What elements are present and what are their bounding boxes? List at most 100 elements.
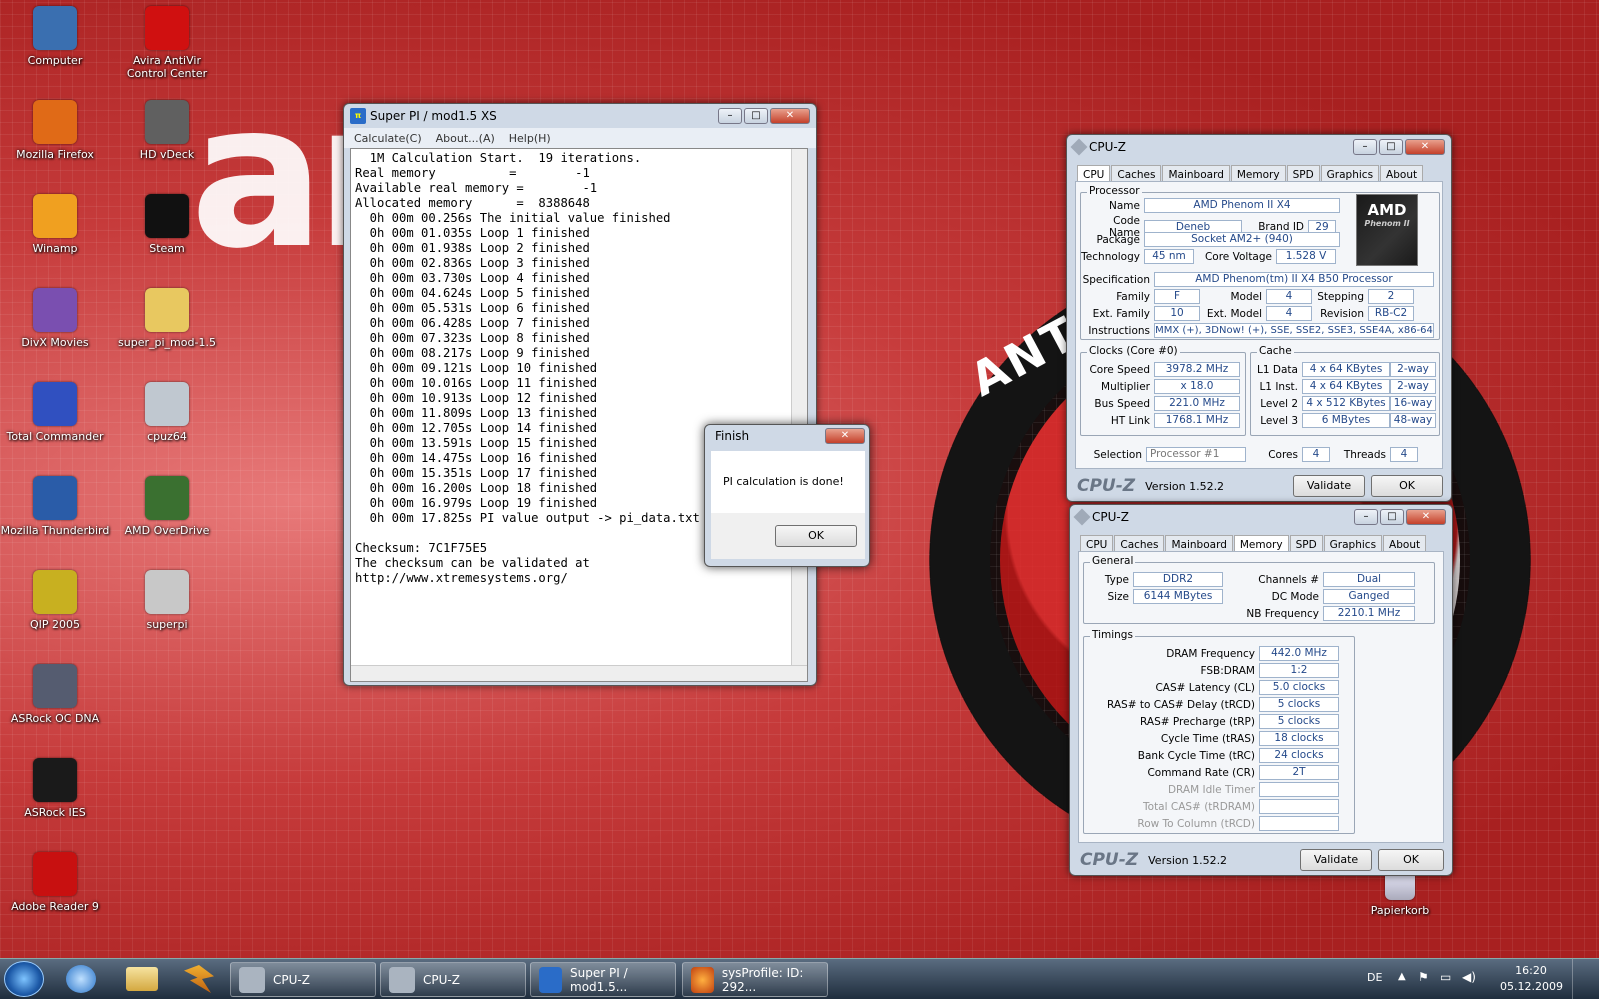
finish-close-button[interactable]: ✕ [825, 428, 865, 444]
type-value: DDR2 [1133, 572, 1223, 587]
finish-ok-button[interactable]: OK [775, 525, 857, 547]
thunderbird-icon [33, 476, 77, 520]
extmodel-label: Ext. Model [1206, 307, 1262, 320]
cpuz1-titlebar[interactable]: CPU-Z – □ ✕ [1067, 135, 1451, 159]
desktop-shortcut-adobe-reader[interactable]: Adobe Reader 9 [0, 852, 110, 913]
finish-titlebar[interactable]: Finish ✕ [705, 425, 869, 447]
cpuz2-titlebar[interactable]: CPU-Z – □ ✕ [1070, 505, 1452, 529]
minimize-button[interactable]: – [718, 108, 742, 124]
corespeed-value: 3978.2 MHz [1154, 362, 1240, 377]
taskbar-item-cpuz-2[interactable]: CPU-Z [380, 962, 526, 997]
cpuz-app-icon [1073, 508, 1091, 526]
explorer-folder-icon[interactable] [126, 967, 158, 991]
start-button[interactable] [4, 961, 44, 997]
show-hidden-icons-chevron-icon[interactable]: ▲ [1398, 971, 1406, 982]
revision-label: Revision [1320, 307, 1364, 320]
desktop-shortcut-asrock-ies[interactable]: ASRock IES [0, 758, 110, 819]
desktop-shortcut-thunderbird[interactable]: Mozilla Thunderbird [0, 476, 110, 537]
desktop-shortcut-label: ASRock OC DNA [10, 712, 100, 725]
maximize-button[interactable]: □ [1379, 139, 1403, 155]
language-indicator[interactable]: DE [1367, 971, 1382, 984]
l3-label: Level 3 [1260, 414, 1298, 427]
timing-row: RAS# Precharge (tRP) 5 clocks [1083, 714, 1339, 729]
instructions-value: MMX (+), 3DNow! (+), SSE, SSE2, SSE3, SS… [1154, 323, 1434, 338]
maximize-button[interactable]: □ [1380, 509, 1404, 525]
dcmode-value: Ganged [1323, 589, 1415, 604]
menu-calculate[interactable]: Calculate(C) [354, 132, 422, 145]
superpi-titlebar[interactable]: π Super PI / mod1.5 XS – □ ✕ [344, 104, 816, 128]
volume-icon[interactable]: ◀) [1462, 970, 1476, 984]
close-button[interactable]: ✕ [1406, 509, 1446, 525]
vertical-scrollbar[interactable] [791, 149, 807, 669]
winamp-icon [33, 194, 77, 238]
desktop-shortcut-label: Avira AntiVir Control Center [126, 54, 208, 80]
flag-icon[interactable]: ⚑ [1418, 970, 1429, 984]
superpi-app-icon: π [350, 108, 366, 124]
superpi-icon [145, 570, 189, 614]
ok-button[interactable]: OK [1378, 849, 1444, 871]
desktop-shortcut-floppy[interactable]: Total Commander [0, 382, 110, 443]
desktop-shortcut-label: Total Commander [6, 430, 104, 443]
processor-select[interactable]: Processor #1 [1146, 447, 1246, 462]
l1inst-label: L1 Inst. [1259, 380, 1298, 393]
desktop-shortcut-cpuz[interactable]: cpuz64 [112, 382, 222, 443]
taskbar-item-superpi[interactable]: Super PI / mod1.5... [530, 962, 676, 997]
desktop-shortcut-asrock-ocdna[interactable]: ASRock OC DNA [0, 664, 110, 725]
cpuz1-panel: Processor Name AMD Phenom II X4 Code Name… [1075, 181, 1443, 469]
multiplier-label: Multiplier [1101, 380, 1150, 393]
superpi-output-console[interactable]: 1M Calculation Start. 19 iterations. Rea… [350, 148, 808, 682]
nbfreq-label: NB Frequency [1246, 607, 1319, 620]
ok-button[interactable]: OK [1371, 475, 1443, 497]
timing-value: 5 clocks [1259, 697, 1339, 712]
show-desktop-button[interactable] [1572, 959, 1599, 999]
timing-row: Bank Cycle Time (tRC) 24 clocks [1083, 748, 1339, 763]
clock-time: 16:20 [1515, 964, 1547, 977]
steam-icon [145, 194, 189, 238]
desktop-shortcut-label: Winamp [32, 242, 78, 255]
channels-label: Channels # [1258, 573, 1319, 586]
timing-label: Cycle Time (tRAS) [1160, 732, 1255, 745]
desktop-shortcut-label: HD vDeck [139, 148, 195, 161]
desktop-shortcut-hdvdeck[interactable]: HD vDeck [112, 100, 222, 161]
l2-label: Level 2 [1260, 397, 1298, 410]
close-button[interactable]: ✕ [770, 108, 810, 124]
menu-about[interactable]: About...(A) [436, 132, 495, 145]
timing-value [1259, 816, 1339, 831]
validate-button[interactable]: Validate [1300, 849, 1372, 871]
desktop-shortcut-firefox[interactable]: Mozilla Firefox [0, 100, 110, 161]
desktop-shortcut-steam[interactable]: Steam [112, 194, 222, 255]
network-icon[interactable]: ▭ [1440, 970, 1451, 984]
cpuz1-footer: CPU-Z Version 1.52.2 Validate OK [1067, 471, 1451, 501]
minimize-button[interactable]: – [1354, 509, 1378, 525]
recycle-bin[interactable]: Papierkorb [1345, 870, 1455, 917]
corespeed-label: Core Speed [1089, 363, 1150, 376]
clock[interactable]: 16:20 05.12.2009 [1500, 963, 1563, 995]
validate-button[interactable]: Validate [1293, 475, 1365, 497]
desktop-shortcut-qip[interactable]: QIP 2005 [0, 570, 110, 631]
cpuz-cpu-window: CPU-Z – □ ✕ CPU Caches Mainboard Memory SPD G… [1066, 134, 1452, 502]
nbfreq-value: 2210.1 MHz [1323, 606, 1415, 621]
desktop-shortcut-winamp[interactable]: Winamp [0, 194, 110, 255]
computer-icon [33, 6, 77, 50]
winamp-quicklaunch-icon[interactable] [184, 965, 214, 993]
htlink-label: HT Link [1110, 414, 1150, 427]
horizontal-scrollbar[interactable] [351, 665, 807, 681]
taskbar-item-cpuz-1[interactable]: CPU-Z [230, 962, 376, 997]
maximize-button[interactable]: □ [744, 108, 768, 124]
desktop-shortcut-computer[interactable]: Computer [0, 6, 110, 67]
taskbar-item-sysprofile[interactable]: sysProfile: ID: 292... [682, 962, 828, 997]
taskbar-item-label: Super PI / mod1.5... [570, 965, 628, 994]
cpuz-logo: CPU-Z [1080, 850, 1139, 870]
menu-help[interactable]: Help(H) [509, 132, 551, 145]
internet-explorer-icon[interactable] [66, 965, 96, 993]
desktop-shortcut-folder[interactable]: super_pi_mod-1.5 [112, 288, 222, 349]
desktop-shortcut-divx[interactable]: DivX Movies [0, 288, 110, 349]
desktop-shortcut-superpi[interactable]: superpi [112, 570, 222, 631]
finish-title: Finish [715, 429, 750, 443]
minimize-button[interactable]: – [1353, 139, 1377, 155]
close-button[interactable]: ✕ [1405, 139, 1445, 155]
avira-icon [145, 6, 189, 50]
desktop-shortcut-avira[interactable]: Avira AntiVir Control Center [112, 6, 222, 80]
timing-value: 5 clocks [1259, 714, 1339, 729]
desktop-shortcut-amd-overdrive[interactable]: AMD OverDrive [112, 476, 222, 537]
